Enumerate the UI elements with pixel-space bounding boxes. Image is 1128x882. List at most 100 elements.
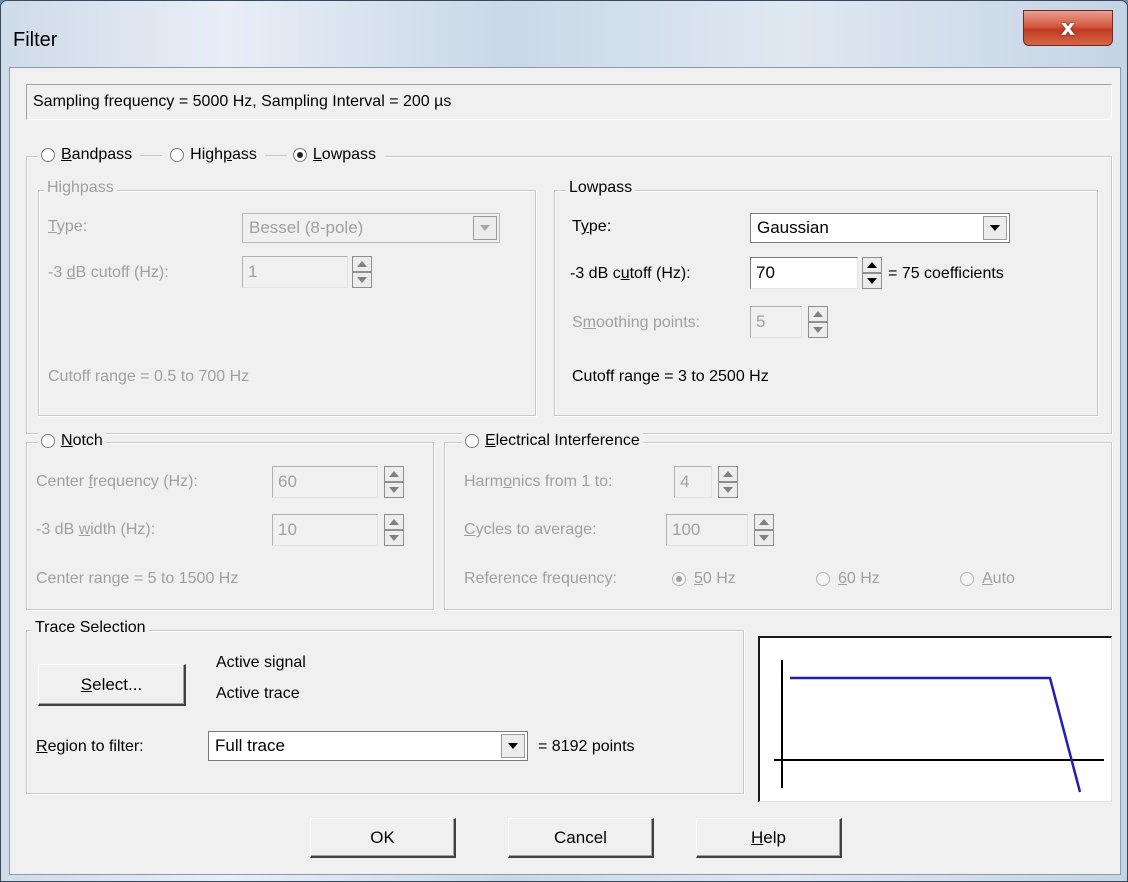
- center-frequency-label: Center frequency (Hz):: [36, 473, 198, 490]
- radio-selected-dot: [296, 152, 303, 158]
- close-icon: x: [1060, 15, 1076, 41]
- lowpass-group-label: Lowpass: [566, 179, 636, 197]
- highpass-type-select[interactable]: Bessel (8-pole): [242, 213, 500, 243]
- highpass-label: Highpass: [190, 146, 257, 163]
- harmonics-label: Harmonics from 1 to:: [464, 473, 613, 490]
- bandpass-radio-circle[interactable]: [41, 148, 55, 162]
- spin-down-icon[interactable]: [862, 273, 882, 289]
- radio-ref-60hz[interactable]: 60 Hz: [816, 570, 880, 588]
- lowpass-coefficients: = 75 coefficients: [888, 265, 1004, 282]
- spin-down-icon[interactable]: [754, 530, 774, 546]
- filter-mode-legend: Bandpass Highpass Lowpass: [38, 146, 386, 164]
- lowpass-radio-circle[interactable]: [292, 148, 307, 162]
- lowpass-range: Cutoff range = 3 to 2500 Hz: [572, 368, 769, 385]
- smoothing-points-spinner[interactable]: [808, 306, 828, 338]
- center-frequency-spinner[interactable]: [384, 466, 404, 498]
- harmonics-input[interactable]: 4: [674, 466, 712, 498]
- radio-bandpass[interactable]: Bandpass: [41, 146, 140, 164]
- spin-down-icon[interactable]: [718, 482, 738, 498]
- radio-electrical-interference[interactable]: Electrical Interference: [462, 432, 643, 450]
- spin-up-icon[interactable]: [384, 466, 404, 482]
- lowpass-cutoff-spinner[interactable]: [862, 257, 882, 289]
- smoothing-points-label: Smoothing points:: [572, 314, 701, 331]
- ref-auto-radio-circle[interactable]: [960, 572, 974, 586]
- region-value: Full trace: [215, 736, 285, 755]
- notch-radio-circle[interactable]: [41, 434, 55, 448]
- highpass-cutoff-spinner[interactable]: [352, 256, 372, 288]
- interference-radio-circle[interactable]: [465, 434, 479, 448]
- lowpass-cutoff-label: -3 dB cutoff (Hz):: [570, 265, 691, 282]
- chevron-down-icon[interactable]: [473, 216, 497, 240]
- spin-up-icon[interactable]: [862, 257, 882, 273]
- cycles-input[interactable]: 100: [666, 514, 748, 546]
- points-count: = 8192 points: [538, 738, 635, 755]
- spin-down-icon[interactable]: [352, 272, 372, 288]
- width-input[interactable]: 10: [272, 514, 378, 546]
- ref-50hz-label: 50 Hz: [694, 570, 736, 587]
- bandpass-label: Bandpass: [61, 146, 133, 163]
- response-curve: [790, 676, 1082, 793]
- spin-up-icon[interactable]: [808, 306, 828, 322]
- sampling-info: Sampling frequency = 5000 Hz, Sampling I…: [26, 84, 1112, 120]
- filter-response-preview: [758, 636, 1112, 802]
- close-button[interactable]: x: [1023, 10, 1113, 46]
- active-signal-text: Active signal: [216, 654, 306, 671]
- spin-down-icon[interactable]: [808, 322, 828, 338]
- lowpass-type-select[interactable]: Gaussian: [750, 213, 1010, 243]
- highpass-cutoff-label: -3 dB cutoff (Hz):: [48, 264, 169, 281]
- radio-lowpass[interactable]: Lowpass: [287, 146, 382, 164]
- highpass-group-label: Highpass: [44, 179, 117, 197]
- spin-down-icon[interactable]: [384, 482, 404, 498]
- legend-divider: [264, 154, 287, 156]
- highpass-range: Cutoff range = 0.5 to 700 Hz: [48, 368, 250, 385]
- radio-ref-50hz[interactable]: 50 Hz: [672, 570, 736, 588]
- dialog-body: Sampling frequency = 5000 Hz, Sampling I…: [9, 67, 1121, 875]
- chevron-down-icon[interactable]: [983, 216, 1007, 240]
- lowpass-cutoff-input[interactable]: 70: [750, 257, 858, 289]
- ref-60hz-label: 60 Hz: [838, 570, 880, 587]
- cancel-button[interactable]: Cancel: [508, 818, 654, 858]
- ref-50hz-radio-circle[interactable]: [672, 572, 686, 586]
- ok-button[interactable]: OK: [310, 818, 456, 858]
- radio-ref-auto[interactable]: Auto: [960, 570, 1015, 588]
- harmonics-spinner[interactable]: [718, 466, 738, 498]
- trace-selection-label: Trace Selection: [32, 619, 149, 637]
- highpass-radio-circle[interactable]: [170, 148, 185, 162]
- center-frequency-input[interactable]: 60: [272, 466, 378, 498]
- spin-up-icon[interactable]: [352, 256, 372, 272]
- ref-auto-label: Auto: [982, 570, 1015, 587]
- select-button[interactable]: Select...: [38, 664, 186, 706]
- spin-down-icon[interactable]: [384, 530, 404, 546]
- cycles-spinner[interactable]: [754, 514, 774, 546]
- help-button[interactable]: Help: [696, 818, 842, 858]
- trace-selection-group: [26, 630, 744, 794]
- chevron-down-icon[interactable]: [501, 734, 525, 758]
- radio-notch[interactable]: Notch: [38, 432, 106, 450]
- lowpass-type-label: Type:: [572, 218, 612, 235]
- radio-selected-dot: [676, 576, 682, 582]
- legend-divider: [140, 154, 163, 156]
- region-select[interactable]: Full trace: [208, 731, 528, 761]
- smoothing-points-input[interactable]: 5: [750, 306, 802, 338]
- width-label: -3 dB width (Hz):: [36, 521, 156, 538]
- spin-up-icon[interactable]: [754, 514, 774, 530]
- cycles-label: Cycles to average:: [464, 521, 597, 538]
- center-range: Center range = 5 to 1500 Hz: [36, 570, 239, 587]
- lowpass-label: Lowpass: [312, 146, 377, 163]
- window-title: Filter: [13, 29, 58, 51]
- lowpass-type-value: Gaussian: [757, 218, 829, 237]
- width-spinner[interactable]: [384, 514, 404, 546]
- response-graph: [774, 660, 1104, 793]
- radio-highpass[interactable]: Highpass: [162, 146, 265, 164]
- region-label: Region to filter:: [36, 738, 144, 755]
- ref-60hz-radio-circle[interactable]: [816, 572, 830, 586]
- spin-up-icon[interactable]: [718, 466, 738, 482]
- reference-frequency-label: Reference frequency:: [464, 570, 617, 587]
- active-trace-text: Active trace: [216, 685, 300, 702]
- highpass-cutoff-input[interactable]: 1: [242, 256, 348, 288]
- spin-up-icon[interactable]: [384, 514, 404, 530]
- highpass-type-value: Bessel (8-pole): [249, 218, 364, 237]
- filter-dialog: Filter x Sampling frequency = 5000 Hz, S…: [0, 0, 1128, 882]
- interference-label: Electrical Interference: [485, 432, 640, 449]
- highpass-type-label: Type:: [48, 218, 88, 235]
